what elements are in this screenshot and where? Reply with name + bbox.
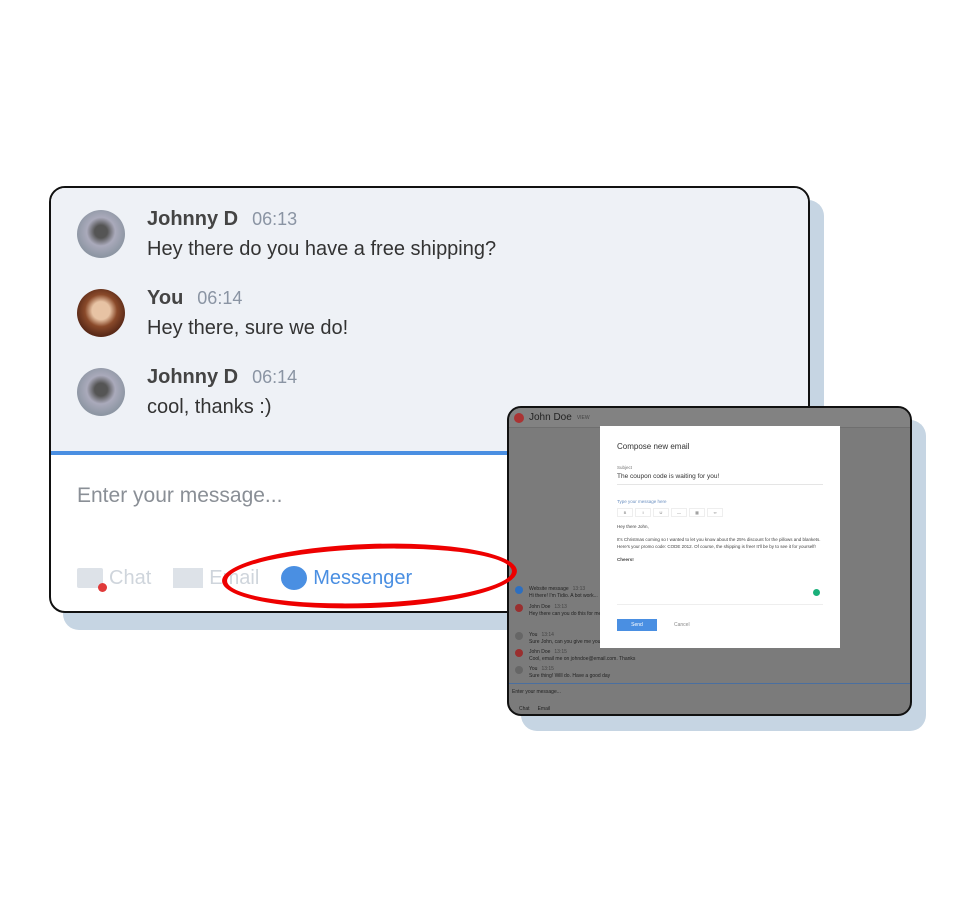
author: John Doe (529, 604, 551, 610)
mail-icon (173, 568, 204, 588)
message-label: Type your message here (617, 499, 667, 504)
avatar (77, 368, 125, 416)
message-input[interactable]: Enter your message... (512, 689, 561, 696)
avatar (515, 649, 523, 657)
message-text: cool, thanks :) (147, 396, 272, 418)
timestamp: 13:13 (554, 604, 567, 610)
tab-chat[interactable]: Chat (519, 706, 530, 713)
message: John Doe 13:15 Cool, email me on johndoe@e… (515, 649, 635, 663)
message-text: Hey there, sure we do! (147, 317, 349, 339)
author: Johnny D (147, 208, 239, 230)
message-input[interactable]: Enter your message... (77, 484, 282, 508)
author: You (529, 666, 538, 672)
avatar (515, 604, 523, 612)
author: You (147, 287, 184, 309)
underline-button[interactable]: U (653, 508, 669, 517)
emoji-icon[interactable] (813, 589, 820, 596)
message: John Doe 13:13 Hey there can you do this f… (515, 604, 604, 618)
timestamp: 06:14 (252, 367, 298, 387)
tab-chat[interactable]: Chat (77, 566, 152, 592)
send-button[interactable]: Send (617, 619, 657, 631)
timestamp: 13:14 (541, 632, 554, 638)
avatar (77, 289, 125, 337)
avatar (515, 586, 523, 594)
compose-email-modal: Compose new email Subject The coupon cod… (600, 426, 840, 648)
author: Johnny D (147, 366, 239, 388)
timestamp: 06:13 (252, 209, 298, 229)
line-button[interactable]: — (671, 508, 687, 517)
timestamp: 06:14 (197, 288, 243, 308)
link-button[interactable]: ∞ (707, 508, 723, 517)
email-window: John Doe VIEW Website message 13:13 Hi ther… (507, 406, 912, 716)
avatar (515, 632, 523, 640)
author: Website message (529, 586, 569, 592)
bold-button[interactable]: B (617, 508, 633, 517)
avatar (514, 412, 524, 423)
avatar (77, 210, 125, 258)
tab-label: Chat (109, 566, 152, 589)
subject-input[interactable]: The coupon code is waiting for you! (617, 470, 823, 485)
message-text: Sure thing! Will do. Have a good day (529, 673, 611, 679)
cancel-button[interactable]: Cancel (674, 619, 690, 631)
message-text: Hey there do you have a free shipping? (147, 238, 497, 260)
modal-title: Compose new email (617, 442, 690, 451)
header-tag: VIEW (576, 414, 590, 421)
tab-email[interactable]: Email (538, 706, 551, 713)
avatar (515, 666, 523, 674)
message-text: Cool, email me on johndoe@email.com. Tha… (529, 656, 636, 662)
message-text: Hi there! I'm Tidio. A bot work... (529, 593, 598, 599)
timestamp: 13:13 (572, 586, 586, 592)
chat-icon (77, 568, 107, 592)
email-body[interactable]: It's Christmas coming so I wanted to let… (617, 536, 823, 550)
email-signoff[interactable]: Cheers! (617, 556, 823, 563)
message-text: Hey there can you do this for me? (529, 611, 605, 617)
image-button[interactable]: ▦ (689, 508, 705, 517)
message: You 13:15 Sure thing! Will do. Have a good… (515, 666, 610, 680)
timestamp: 13:15 (541, 666, 554, 672)
format-toolbar: B I U — ▦ ∞ (617, 508, 823, 517)
divider (509, 683, 910, 684)
timestamp: 13:15 (554, 649, 567, 655)
divider (617, 604, 823, 605)
italic-button[interactable]: I (635, 508, 651, 517)
email-greeting[interactable]: Hey there John, (617, 523, 823, 530)
conversation-header: John Doe VIEW (509, 408, 910, 428)
contact-name: John Doe (529, 412, 572, 423)
author: John Doe (529, 649, 551, 655)
author: You (529, 632, 538, 638)
message: Website message 13:13 Hi there! I'm Tidio.… (515, 586, 598, 600)
